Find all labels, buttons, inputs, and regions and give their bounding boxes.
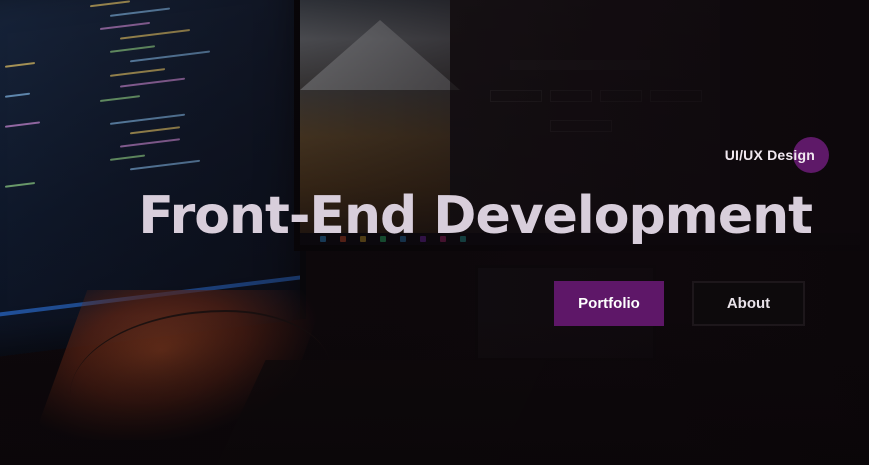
- about-button[interactable]: About: [692, 281, 805, 326]
- hero-headline: Front-End Development: [138, 186, 813, 246]
- hero-tagline: UI/UX Design: [724, 147, 815, 163]
- portfolio-button[interactable]: Portfolio: [554, 281, 664, 326]
- hero-section: UI/UX Design Front-End Development Portf…: [0, 0, 869, 465]
- tagline-group: UI/UX Design: [725, 137, 829, 173]
- bottom-shade: [0, 315, 869, 465]
